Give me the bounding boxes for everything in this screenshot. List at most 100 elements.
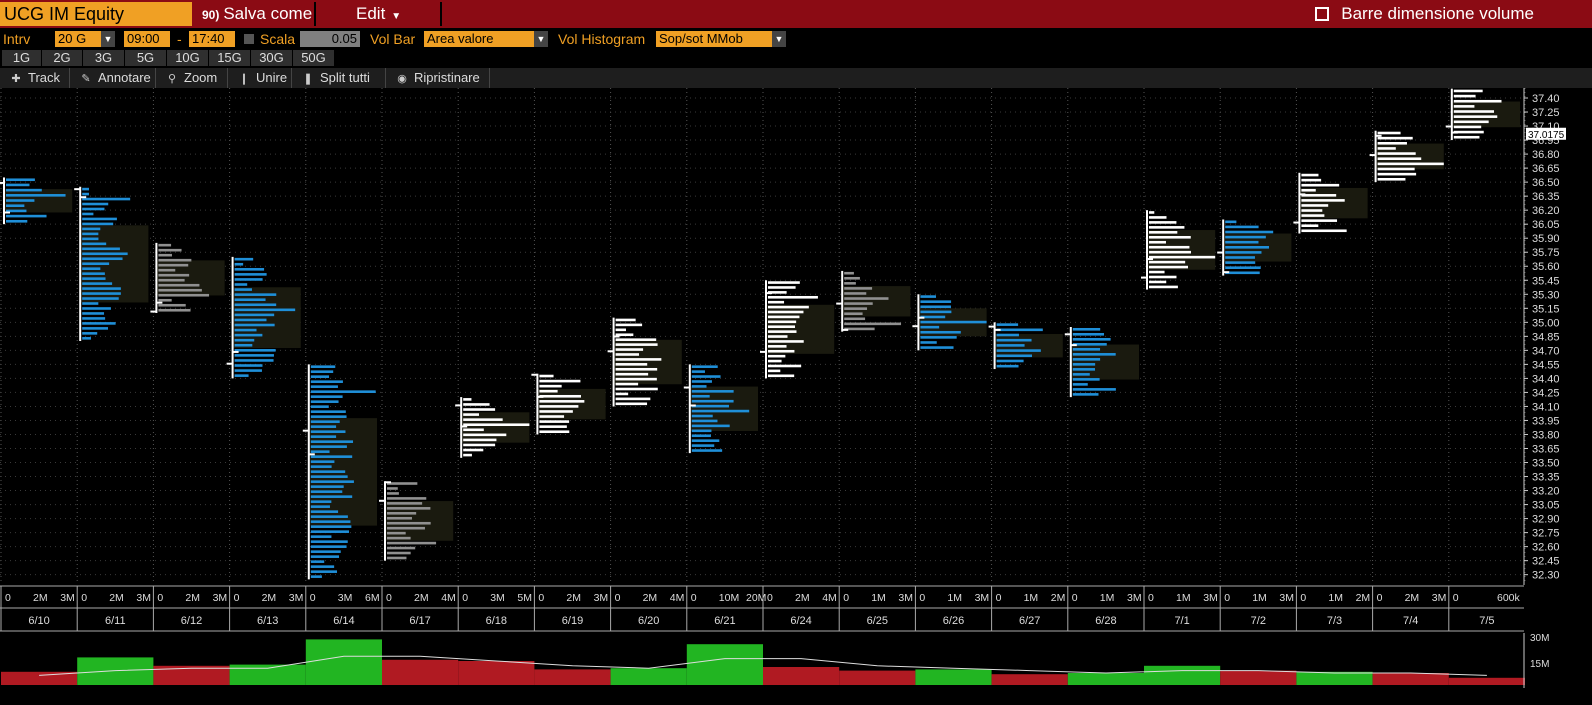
volume-histogram-bar	[691, 424, 730, 428]
market-profile-chart[interactable]: 37.4037.2537.1036.9536.8036.6536.5036.35…	[0, 88, 1592, 705]
edit-menu-button[interactable]: Edit ▼	[318, 2, 442, 26]
volume-histogram-bar	[310, 565, 335, 568]
volume-histogram-bar	[691, 414, 713, 418]
volume-histogram-bar	[768, 369, 781, 373]
annotate-button[interactable]: ✎ Annotare	[70, 68, 156, 88]
split-all-label: Split tutti	[320, 70, 370, 85]
volume-scale-label: 3M	[213, 592, 228, 604]
volume-histogram-bar	[310, 375, 330, 378]
interval-button[interactable]: 50G	[293, 50, 335, 66]
daily-volume-bar	[686, 644, 763, 685]
track-button[interactable]: ✚ Track	[0, 68, 70, 88]
annotate-label: Annotare	[98, 70, 151, 85]
volume-histogram-bar	[463, 408, 496, 411]
volume-bars-button[interactable]: Barre dimensione volume	[1315, 2, 1534, 26]
volume-histogram-bar	[310, 495, 353, 498]
volume-histogram-bar	[1301, 194, 1337, 197]
volume-bars-label: Barre dimensione volume	[1341, 4, 1534, 23]
volume-histogram-bar	[387, 502, 423, 505]
volume-histogram-bar	[691, 404, 729, 408]
volume-scale-label: 2M	[414, 592, 429, 604]
interval-button[interactable]: 1G	[2, 50, 42, 66]
vol-bar-dropdown-icon[interactable]: ▼	[534, 31, 548, 47]
volume-histogram-bar	[1149, 245, 1190, 249]
vol-histogram-dropdown-icon[interactable]: ▼	[772, 31, 786, 47]
save-as-button[interactable]: 90) Salva come	[194, 2, 316, 26]
daily-volume-bar	[1448, 677, 1525, 685]
interval-button[interactable]: 10G	[167, 50, 209, 66]
daily-volume-bar	[991, 674, 1068, 685]
volume-histogram-bar	[920, 341, 937, 344]
volume-scale-label: 3M	[975, 592, 990, 604]
price-axis-label: 34.25	[1532, 387, 1560, 399]
split-all-button[interactable]: ❚ Split tutti	[292, 68, 386, 88]
interval-button[interactable]: 3G	[83, 50, 125, 66]
volume-histogram-bar	[615, 367, 658, 371]
vol-histogram-select[interactable]: Sop/sot MMob	[656, 31, 772, 47]
volume-histogram-bar	[1072, 363, 1096, 366]
volume-histogram-bar	[158, 303, 186, 307]
volume-histogram-bar	[6, 214, 47, 218]
date-label: 6/18	[486, 615, 507, 627]
start-time-field[interactable]: 09:00	[124, 31, 170, 47]
price-axis-label: 33.80	[1532, 429, 1560, 441]
volume-histogram-bar	[539, 400, 585, 403]
interval-field[interactable]: 20 G	[55, 31, 101, 47]
volume-histogram-bar	[234, 369, 262, 372]
volume-histogram-bar	[539, 410, 573, 413]
volume-histogram-bar	[82, 317, 106, 320]
volume-histogram-bar	[920, 336, 957, 339]
reset-button[interactable]: ◉ Ripristinare	[386, 68, 490, 88]
volume-histogram-bar	[768, 340, 804, 343]
volume-scale-label: 0	[767, 592, 773, 604]
volume-histogram-bar	[615, 402, 648, 406]
volume-histogram-bar	[691, 380, 712, 383]
daily-volume-bar	[458, 661, 535, 685]
volume-histogram-bar	[615, 338, 657, 341]
scale-checkbox[interactable]	[244, 34, 254, 44]
volume-scale-label: 3M	[1279, 592, 1294, 604]
volume-scale-label: 3M	[1127, 592, 1142, 604]
volume-histogram-bar	[82, 202, 109, 206]
volume-histogram-bar	[158, 298, 172, 302]
scale-label: Scala	[260, 31, 296, 47]
volume-histogram-bar	[691, 399, 734, 403]
volume-histogram-bar	[1072, 383, 1088, 386]
volume-histogram-bar	[539, 425, 567, 428]
interval-button[interactable]: 15G	[209, 50, 251, 66]
volume-histogram-bar	[996, 354, 1033, 358]
date-label: 6/12	[181, 615, 202, 627]
volume-scale-label: 3M	[490, 592, 505, 604]
volume-histogram-bar	[1225, 251, 1262, 254]
ticker-field[interactable]: UCG IM Equity	[0, 2, 192, 26]
volume-histogram-bar	[387, 531, 406, 535]
volume-histogram-bar	[82, 192, 89, 196]
crosshair-icon: ✚	[11, 73, 21, 85]
vol-bar-select[interactable]: Area valore	[424, 31, 534, 47]
volume-histogram-bar	[82, 252, 128, 256]
volume-histogram-bar	[1377, 177, 1406, 181]
scale-field[interactable]: 0.05	[300, 31, 360, 47]
merge-button[interactable]: ❙ Unire	[228, 68, 292, 88]
volume-histogram-bar	[82, 237, 99, 241]
volume-histogram-bar	[158, 258, 192, 262]
volume-histogram-bar	[387, 541, 437, 545]
volume-histogram-bar	[310, 465, 332, 468]
volume-scale-label: 0	[1300, 592, 1306, 604]
volume-scale-label: 4M	[670, 592, 685, 604]
price-axis-label: 34.85	[1532, 331, 1560, 343]
price-axis-label: 33.05	[1532, 500, 1560, 512]
volume-histogram-bar	[691, 444, 715, 447]
value-area	[1299, 187, 1368, 219]
volume-scale-label: 10M	[719, 592, 739, 604]
volume-histogram-bar	[310, 440, 354, 443]
price-axis-label: 36.05	[1532, 219, 1560, 231]
interval-button[interactable]: 30G	[251, 50, 293, 66]
interval-button[interactable]: 5G	[125, 50, 167, 66]
volume-scale-label: 1M	[1328, 592, 1343, 604]
volume-histogram-bar	[615, 377, 657, 381]
end-time-field[interactable]: 17:40	[189, 31, 235, 47]
interval-button[interactable]: 2G	[42, 50, 83, 66]
interval-dropdown-icon[interactable]: ▼	[101, 31, 115, 47]
zoom-button[interactable]: ⚲ Zoom	[156, 68, 228, 88]
